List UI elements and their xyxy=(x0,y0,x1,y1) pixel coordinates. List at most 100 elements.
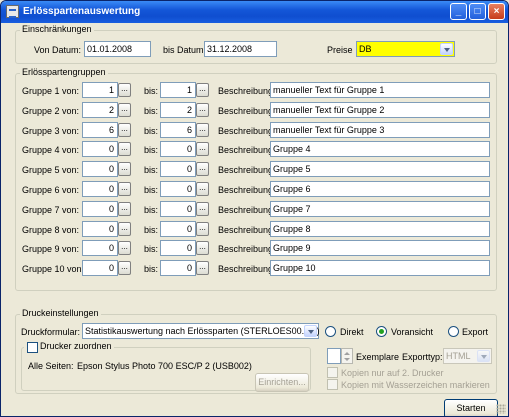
group-bis-input[interactable]: 0 xyxy=(160,161,196,177)
preise-label: Preise xyxy=(327,45,353,55)
group-bis-lookup-button[interactable]: ... xyxy=(196,162,209,176)
group-bis-input[interactable]: 0 xyxy=(160,221,196,237)
group-bis-lookup-button[interactable]: ... xyxy=(196,142,209,156)
group-von-label: Gruppe 4 von: xyxy=(22,145,80,155)
group-bis-input[interactable]: 2 xyxy=(160,102,196,118)
group-bis-label: bis: xyxy=(144,106,159,116)
group-von-input[interactable]: 2 xyxy=(82,102,118,118)
minimize-button[interactable]: _ xyxy=(450,3,467,20)
group-von-lookup-button[interactable]: ... xyxy=(118,142,131,156)
kopien-2-drucker-checkbox[interactable] xyxy=(327,367,338,378)
group-bis-lookup-button[interactable]: ... xyxy=(196,182,209,196)
group-von-label: Gruppe 10 von: xyxy=(22,264,85,274)
group-von-label: Gruppe 8 von: xyxy=(22,225,80,235)
group-von-lookup-button[interactable]: ... xyxy=(118,103,131,117)
group-von-lookup-button[interactable]: ... xyxy=(118,261,131,275)
chevron-down-icon[interactable] xyxy=(440,43,453,55)
exporttyp-select[interactable]: HTML xyxy=(443,348,492,364)
group-von-input[interactable]: 0 xyxy=(82,201,118,217)
group-von-input[interactable]: 0 xyxy=(82,260,118,276)
group-bis-input[interactable]: 0 xyxy=(160,260,196,276)
group-von-input[interactable]: 1 xyxy=(82,82,118,98)
radio-direkt[interactable] xyxy=(325,326,336,337)
drucker-zuordnen-label: Drucker zuordnen xyxy=(40,341,112,351)
druckformular-value: Statistikauswertung nach Erlössparten (S… xyxy=(85,326,320,336)
group-von-lookup-button[interactable]: ... xyxy=(118,182,131,196)
group-beschreibung-input[interactable]: Gruppe 5 xyxy=(270,161,490,177)
drucker-zuordnen-checkbox[interactable] xyxy=(27,342,38,353)
group-von-label: Gruppe 6 von: xyxy=(22,185,80,195)
group-beschreibung-input[interactable]: Gruppe 4 xyxy=(270,141,490,157)
druckformular-select[interactable]: Statistikauswertung nach Erlössparten (S… xyxy=(82,323,320,339)
group-von-input[interactable]: 0 xyxy=(82,181,118,197)
group-von-lookup-button[interactable]: ... xyxy=(118,222,131,236)
group-von-label: Gruppe 7 von: xyxy=(22,205,80,215)
group-von-lookup-button[interactable]: ... xyxy=(118,241,131,255)
group-beschreibung-label: Beschreibung xyxy=(218,86,274,96)
group-beschreibung-input[interactable]: Gruppe 8 xyxy=(270,221,490,237)
resize-grip[interactable] xyxy=(496,404,506,414)
chevron-down-icon[interactable] xyxy=(477,350,490,362)
group-bis-input[interactable]: 0 xyxy=(160,141,196,157)
group-beschreibung-input[interactable]: Gruppe 9 xyxy=(270,240,490,256)
group-beschreibung-label: Beschreibung xyxy=(218,126,274,136)
radio-voransicht-label: Voransicht xyxy=(391,327,434,337)
group-beschreibung-input[interactable]: Gruppe 6 xyxy=(270,181,490,197)
einrichten-button[interactable]: Einrichten... xyxy=(255,373,309,392)
exporttyp-label: Exporttyp: xyxy=(402,352,443,362)
bis-datum-input[interactable]: 31.12.2008 xyxy=(204,41,277,57)
group-von-label: Gruppe 5 von: xyxy=(22,165,80,175)
group-von-input[interactable]: 0 xyxy=(82,141,118,157)
group-beschreibung-input[interactable]: Gruppe 7 xyxy=(270,201,490,217)
kopien-2-drucker-label: Kopien nur auf 2. Drucker xyxy=(341,368,444,378)
group-bis-input[interactable]: 0 xyxy=(160,201,196,217)
group-bis-input[interactable]: 0 xyxy=(160,240,196,256)
group-bis-lookup-button[interactable]: ... xyxy=(196,261,209,275)
radio-export-label: Export xyxy=(462,327,489,337)
group-von-input[interactable]: 0 xyxy=(82,240,118,256)
group-beschreibung-label: Beschreibung xyxy=(218,225,274,235)
group-von-input[interactable]: 0 xyxy=(82,161,118,177)
group-bis-lookup-button[interactable]: ... xyxy=(196,222,209,236)
group-von-input[interactable]: 6 xyxy=(82,122,118,138)
gruppen-legend: Erlösspartengruppen xyxy=(20,67,108,77)
radio-voransicht[interactable] xyxy=(376,326,387,337)
group-von-lookup-button[interactable]: ... xyxy=(118,202,131,216)
kopien-wasserzeichen-checkbox[interactable] xyxy=(327,379,338,390)
group-bis-input[interactable]: 1 xyxy=(160,82,196,98)
chevron-down-icon[interactable] xyxy=(304,325,317,337)
spin-down-icon[interactable] xyxy=(344,358,350,361)
group-bis-lookup-button[interactable]: ... xyxy=(196,103,209,117)
close-button[interactable]: × xyxy=(488,3,505,20)
group-von-input[interactable]: 0 xyxy=(82,221,118,237)
group-von-lookup-button[interactable]: ... xyxy=(118,83,131,97)
group-bis-lookup-button[interactable]: ... xyxy=(196,202,209,216)
group-bis-lookup-button[interactable]: ... xyxy=(196,123,209,137)
group-von-lookup-button[interactable]: ... xyxy=(118,162,131,176)
group-bis-label: bis: xyxy=(144,165,159,175)
druckformular-label: Druckformular: xyxy=(21,327,81,337)
exemplare-input[interactable] xyxy=(327,348,341,364)
group-von-lookup-button[interactable]: ... xyxy=(118,123,131,137)
group-beschreibung-label: Beschreibung xyxy=(218,244,274,254)
exemplare-spinner[interactable] xyxy=(341,348,353,364)
radio-export[interactable] xyxy=(448,326,459,337)
von-datum-input[interactable]: 01.01.2008 xyxy=(84,41,151,57)
starten-button[interactable]: Starten xyxy=(444,399,498,416)
group-beschreibung-input[interactable]: manueller Text für Gruppe 1 xyxy=(270,82,490,98)
title-bar[interactable]: Erlösspartenauswertung _ □ × xyxy=(1,1,508,23)
preise-select[interactable]: DB xyxy=(356,41,455,57)
maximize-button[interactable]: □ xyxy=(469,3,486,20)
group-bis-lookup-button[interactable]: ... xyxy=(196,241,209,255)
group-bis-input[interactable]: 0 xyxy=(160,181,196,197)
group-beschreibung-label: Beschreibung xyxy=(218,205,274,215)
group-bis-label: bis: xyxy=(144,205,159,215)
spin-up-icon[interactable] xyxy=(344,352,350,355)
window-title: Erlösspartenauswertung xyxy=(23,6,141,17)
preise-value: DB xyxy=(359,44,372,54)
group-beschreibung-input[interactable]: manueller Text für Gruppe 3 xyxy=(270,122,490,138)
group-bis-input[interactable]: 6 xyxy=(160,122,196,138)
group-beschreibung-input[interactable]: Gruppe 10 xyxy=(270,260,490,276)
group-beschreibung-input[interactable]: manueller Text für Gruppe 2 xyxy=(270,102,490,118)
group-bis-lookup-button[interactable]: ... xyxy=(196,83,209,97)
